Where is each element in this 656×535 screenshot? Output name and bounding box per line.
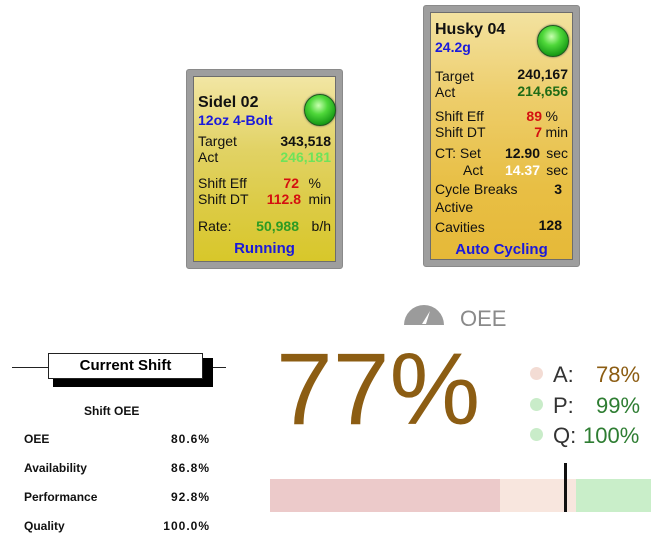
shift-eff-unit: %: [545, 108, 558, 124]
cycle-breaks-value: 3: [554, 181, 562, 197]
shift-eff-value: 89: [526, 108, 542, 124]
quality-dot-icon: [530, 428, 543, 441]
shift-row-label: OEE: [24, 432, 50, 446]
shift-row-performance: Performance 92.8%: [24, 490, 210, 504]
quality-label: Q:: [553, 423, 577, 448]
shift-eff-unit: %: [308, 175, 321, 191]
oee-value: 77%: [276, 332, 481, 446]
ct-act-unit: sec: [546, 162, 568, 178]
shift-eff-label: Shift Eff: [198, 175, 247, 191]
cavities-value: 128: [538, 217, 562, 233]
shift-row-label: Performance: [24, 490, 98, 504]
gauge-icon: [404, 305, 444, 325]
machine-name: Husky 04: [435, 21, 506, 38]
shift-row-label: Quality: [24, 519, 65, 533]
active-label: Active: [435, 199, 474, 215]
shift-eff-label: Shift Eff: [435, 108, 484, 124]
shift-dt-label: Shift DT: [198, 191, 249, 207]
act-label: Act: [435, 84, 456, 100]
shift-row-label: Availability: [24, 461, 87, 475]
performance-label: P:: [553, 393, 574, 418]
machine-status: Auto Cycling: [455, 241, 548, 258]
status-led-icon: [304, 94, 336, 126]
act-value: 214,656: [517, 83, 568, 99]
header-rule-left: [12, 367, 49, 368]
availability-label: A:: [553, 362, 574, 387]
performance-dot-icon: [530, 398, 543, 411]
target-value: 240,167: [517, 66, 568, 82]
shift-row-value: 86.8%: [170, 461, 210, 475]
shift-row-quality: Quality 100.0%: [24, 519, 210, 533]
ct-set-label: CT: Set: [435, 145, 481, 161]
current-shift-title: Current Shift: [48, 353, 203, 379]
shift-row-oee: OEE 80.6%: [24, 432, 210, 446]
status-led-icon: [537, 25, 569, 57]
ct-act-value: 14.37: [504, 162, 540, 178]
shift-row-value: 100.0%: [163, 519, 210, 533]
gauge-marker: [564, 463, 567, 512]
machine-tile-body: Sidel 02 12oz 4-Bolt Target 343,518 Act …: [193, 76, 336, 262]
shift-row-value: 80.6%: [170, 432, 210, 446]
machine-tile-sidel-02[interactable]: Sidel 02 12oz 4-Bolt Target 343,518 Act …: [186, 69, 343, 269]
target-label: Target: [198, 133, 237, 149]
machine-status: Running: [234, 240, 295, 257]
machine-tile-body: Husky 04 24.2g Target 240,167 Act 214,65…: [430, 12, 573, 260]
act-label: Act: [198, 149, 219, 165]
rate-unit: b/h: [311, 218, 331, 234]
act-value: 246,181: [280, 149, 331, 165]
ct-act-label: Act: [463, 162, 484, 178]
shift-dt-value: 7: [534, 124, 542, 140]
cavities-label: Cavities: [435, 219, 485, 235]
ct-set-value: 12.90: [504, 145, 540, 161]
performance-value: 99%: [596, 393, 641, 418]
shift-row-value: 92.8%: [170, 490, 210, 504]
availability-value: 78%: [596, 362, 641, 387]
rate-value: 50,988: [256, 218, 299, 234]
shift-dt-unit: min: [545, 124, 568, 140]
machine-product: 12oz 4-Bolt: [198, 112, 273, 128]
oee-widget-title: OEE: [460, 306, 507, 331]
target-label: Target: [435, 68, 474, 84]
machine-name: Sidel 02: [198, 94, 259, 111]
header-rule-right: [212, 367, 226, 368]
rate-label: Rate:: [198, 218, 232, 234]
shift-oee-subtitle: Shift OEE: [84, 404, 140, 418]
cycle-breaks-label: Cycle Breaks: [435, 181, 518, 197]
gauge-zone-low: [270, 479, 500, 512]
machine-tile-husky-04[interactable]: Husky 04 24.2g Target 240,167 Act 214,65…: [423, 5, 580, 267]
ct-set-unit: sec: [546, 145, 568, 161]
shift-dt-value: 112.8: [266, 191, 301, 207]
shift-eff-value: 72: [283, 175, 299, 191]
machine-product: 24.2g: [435, 39, 471, 55]
gauge-zone-high: [576, 479, 651, 512]
shift-dt-unit: min: [308, 191, 331, 207]
target-value: 343,518: [280, 133, 331, 149]
availability-dot-icon: [530, 367, 543, 380]
shift-dt-label: Shift DT: [435, 124, 486, 140]
quality-value: 100%: [583, 423, 640, 448]
shift-row-availability: Availability 86.8%: [24, 461, 210, 475]
